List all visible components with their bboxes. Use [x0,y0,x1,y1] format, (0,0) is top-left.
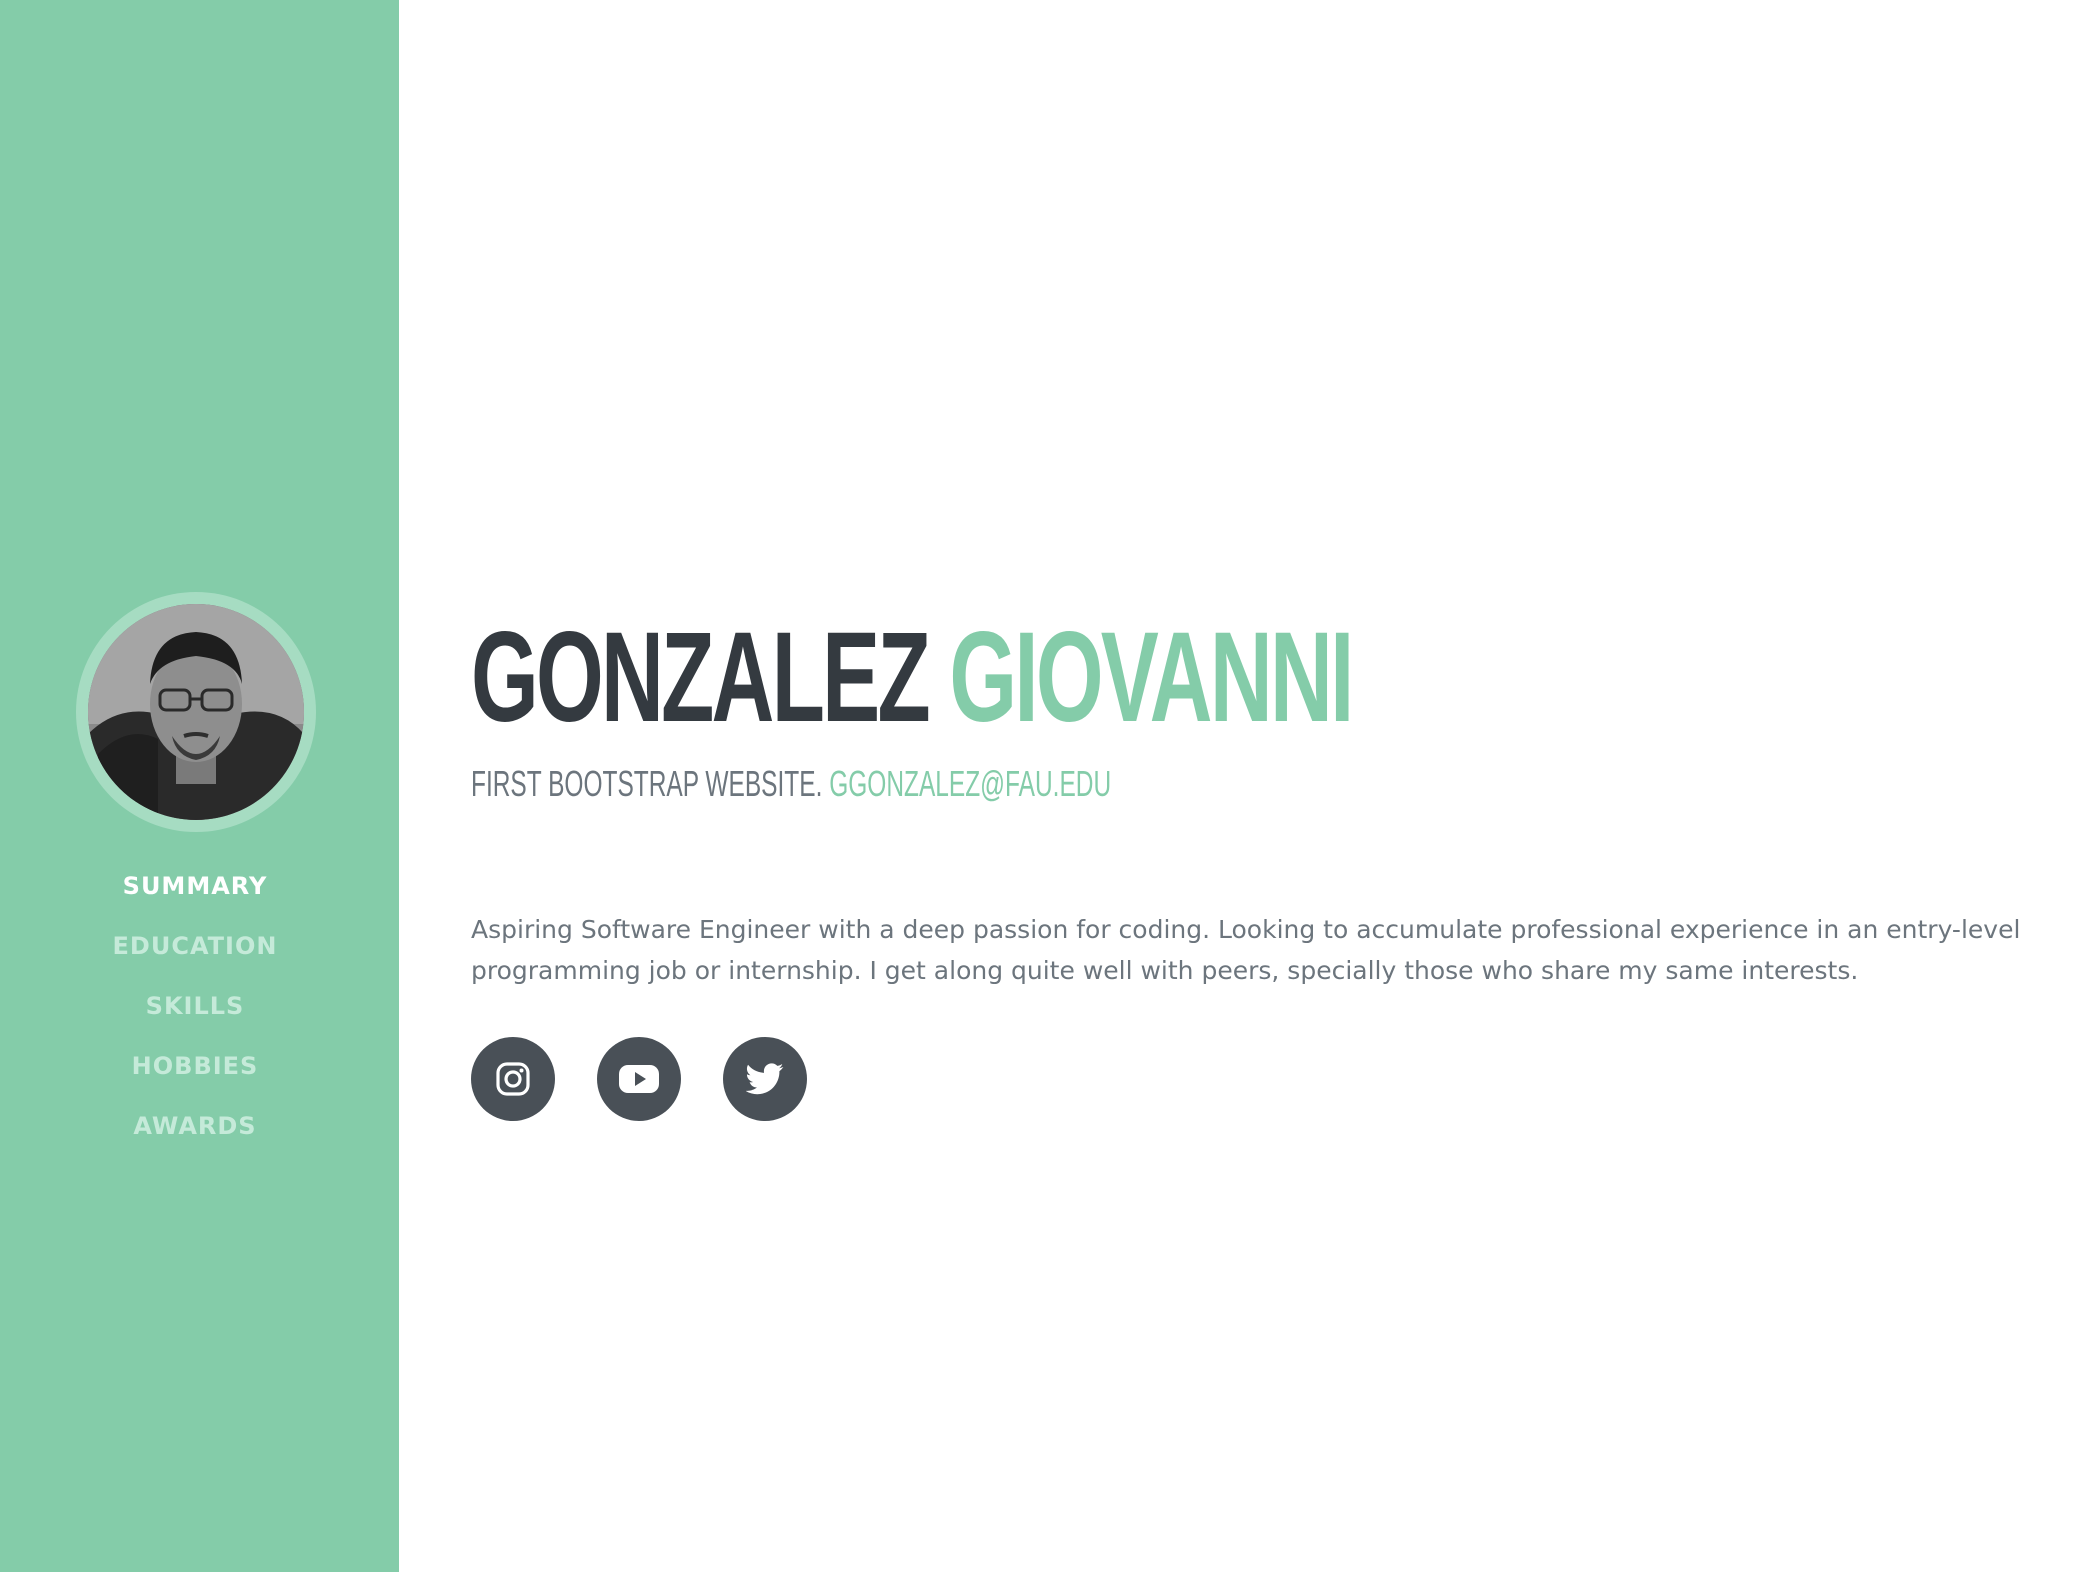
subheading-text: FIRST BOOTSTRAP WEBSITE. [471,763,823,804]
avatar-ring [76,592,316,832]
nav-item-skills[interactable]: SKILLS [0,985,390,1045]
sidebar: SUMMARY EDUCATION SKILLS HOBBIES AWARDS [0,0,399,1572]
avatar[interactable] [88,604,304,820]
nav-item-education[interactable]: EDUCATION [0,925,390,985]
nav-item-summary[interactable]: SUMMARY [0,865,390,925]
last-name: GONZALEZ [471,606,931,749]
twitter-icon [746,1063,784,1095]
subheading: FIRST BOOTSTRAP WEBSITE. GGONZALEZ@FAU.E… [471,764,1111,804]
sidebar-nav: SUMMARY EDUCATION SKILLS HOBBIES AWARDS [0,865,390,1165]
instagram-button[interactable] [471,1037,555,1121]
twitter-button[interactable] [723,1037,807,1121]
youtube-button[interactable] [597,1037,681,1121]
nav-item-hobbies[interactable]: HOBBIES [0,1045,390,1105]
instagram-icon [496,1062,530,1096]
page-title: GONZALEZ GIOVANNI [471,606,1354,749]
email-link[interactable]: GGONZALEZ@FAU.EDU [829,763,1111,804]
youtube-icon [619,1065,659,1093]
avatar-photo [88,604,304,820]
nav-item-awards[interactable]: AWARDS [0,1105,390,1165]
summary-text: Aspiring Software Engineer with a deep p… [471,915,2021,985]
first-name: GIOVANNI [949,606,1354,749]
